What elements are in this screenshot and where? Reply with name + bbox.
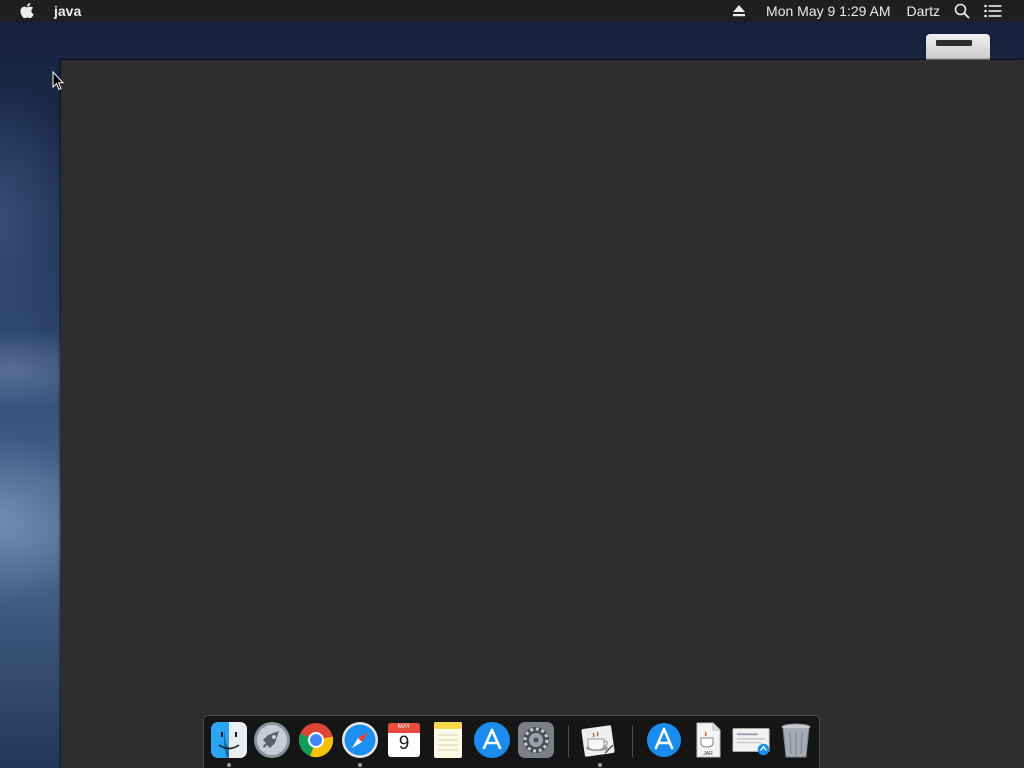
app-store-icon[interactable]	[472, 720, 512, 760]
downloads-icon[interactable]	[732, 720, 772, 760]
launchpad-icon[interactable]	[252, 720, 292, 760]
apple-icon[interactable]	[20, 3, 34, 19]
notification-center-icon[interactable]	[984, 4, 1002, 18]
active-app-menu[interactable]: java	[54, 3, 81, 19]
dock-separator	[568, 726, 569, 758]
jar-file-icon[interactable]: JAR	[688, 720, 728, 760]
notes-icon[interactable]	[428, 720, 468, 760]
calendar-month: MAY	[397, 724, 411, 730]
eject-icon[interactable]	[732, 5, 746, 17]
mouse-pointer-icon	[52, 70, 65, 91]
fast-user-switching-menu[interactable]: Dartz	[907, 3, 940, 19]
system-preferences-icon[interactable]	[516, 720, 556, 760]
chrome-icon[interactable]	[296, 720, 336, 760]
menu-bar-clock[interactable]: Mon May 9 1:29 AM	[766, 3, 891, 19]
jar-file-label: JAR	[703, 751, 713, 757]
calendar-icon[interactable]: MAY 9	[384, 720, 424, 760]
calendar-day: 9	[398, 733, 410, 754]
spotlight-icon[interactable]	[954, 3, 970, 19]
java-app-window[interactable]	[61, 60, 1024, 768]
finder-icon[interactable]	[209, 720, 249, 760]
running-indicator	[358, 763, 362, 767]
dock: MAY 9 JAR	[203, 715, 820, 768]
external-drive-icon[interactable]	[926, 34, 990, 60]
trash-icon[interactable]	[776, 720, 816, 760]
running-indicator	[598, 763, 602, 767]
desktop: java Mon May 9 1:29 AM Dartz MAY 9 JAR	[0, 0, 1024, 768]
safari-icon[interactable]	[340, 720, 380, 760]
dock-separator	[632, 726, 633, 758]
menu-bar: java Mon May 9 1:29 AM Dartz	[0, 0, 1024, 22]
running-indicator	[227, 763, 231, 767]
java-icon[interactable]	[578, 720, 618, 760]
applications-folder-icon[interactable]	[644, 720, 684, 760]
